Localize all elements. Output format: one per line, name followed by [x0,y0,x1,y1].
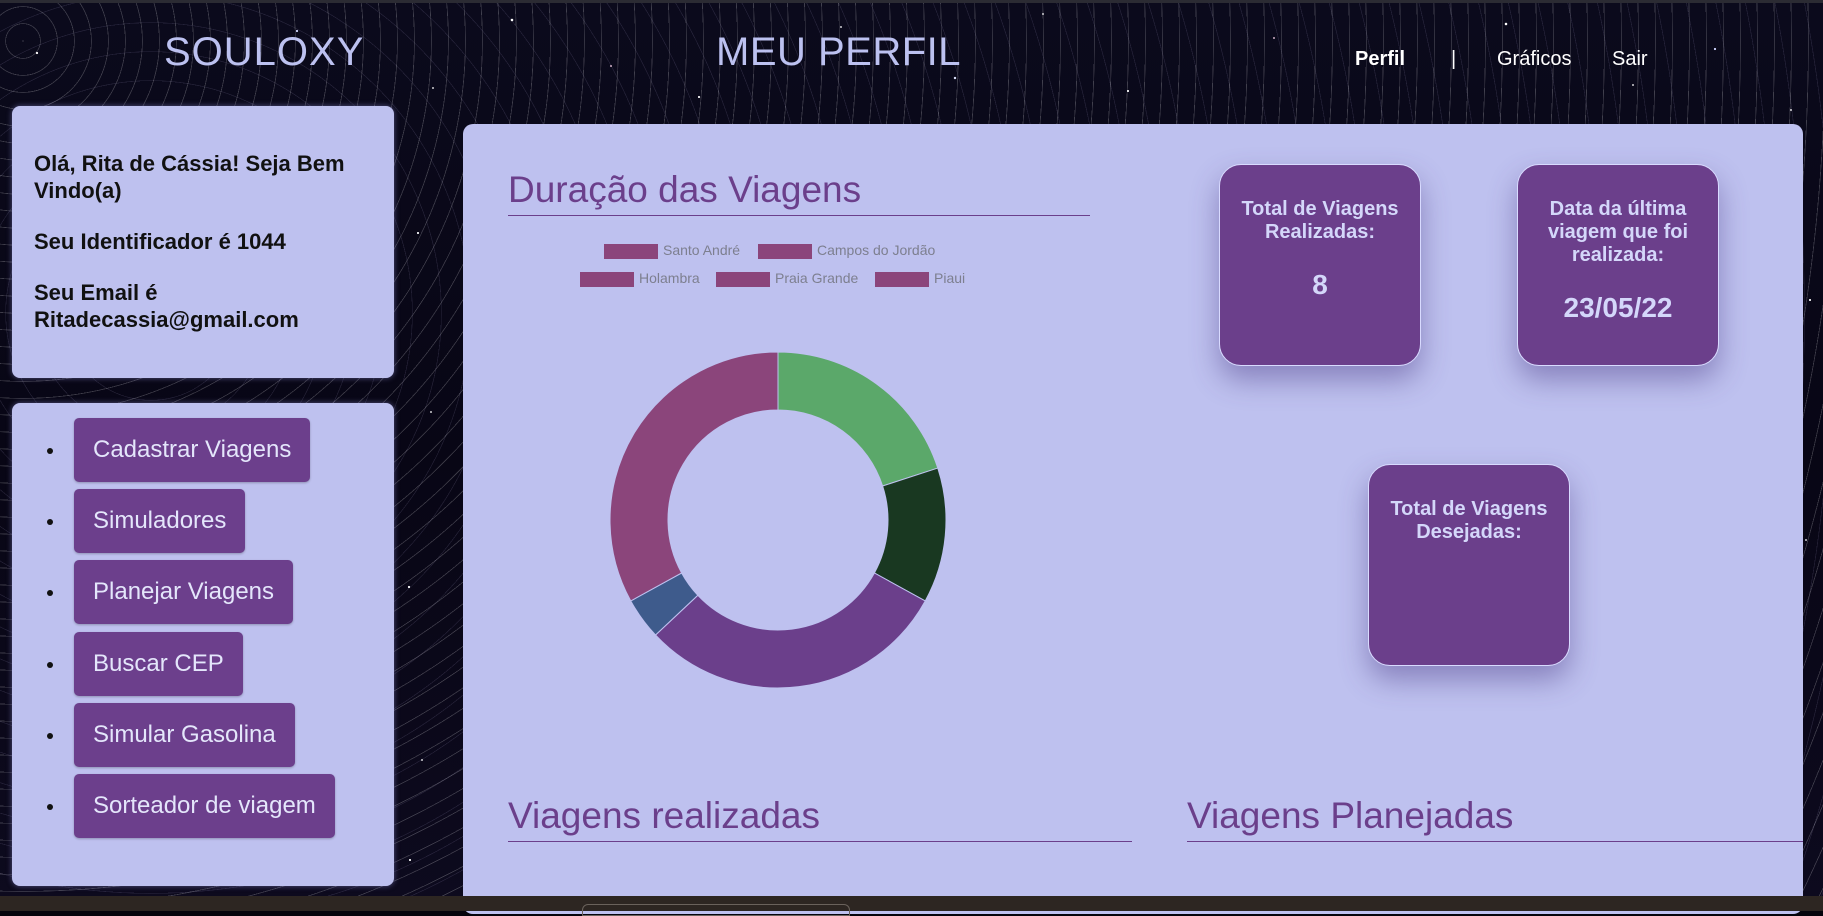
sorteador-de-viagem-button[interactable]: Sorteador de viagem [74,774,335,838]
window-top-edge [0,0,1823,3]
legend-item-holambra[interactable]: Holambra [579,270,709,288]
stat-value: 8 [1312,269,1328,300]
stat-label: Total de Viagens Desejadas: [1390,498,1548,543]
ultima-viagem-card: Data da última viagem que foi realizada:… [1517,164,1719,366]
legend-label: Campos do Jordão [817,242,936,258]
legend-swatch [715,271,771,288]
bullet-icon [47,448,53,454]
legend-label: Holambra [639,270,700,286]
menu-item: Buscar CEP [12,632,394,698]
menu-item: Sorteador de viagem [12,774,394,840]
total-viagens-desejadas-card: Total de Viagens Desejadas: [1368,464,1570,666]
menu-item: Cadastrar Viagens [12,418,394,484]
chart-title: Duração das Viagens [508,169,1090,216]
cadastrar-viagens-button[interactable]: Cadastrar Viagens [74,418,311,482]
email-label: Seu Email é [34,280,158,305]
taskbar-tab [582,904,850,916]
stat-value: 23/05/22 [1563,292,1673,323]
menu-item: Simuladores [12,489,394,555]
legend-item-campos-do-jordao[interactable]: Campos do Jordão [757,242,957,260]
email-value: Ritadecassia@gmail.com [34,307,299,332]
legend-item-piaui[interactable]: Piaui [874,270,974,288]
nav-link-perfil[interactable]: Perfil [1355,48,1405,71]
simular-gasolina-button[interactable]: Simular Gasolina [74,703,295,767]
greeting-text-cont: Vindo(a) [34,178,122,203]
stat-label: Data da última viagem que foi realizada: [1547,198,1689,266]
section-title-viagens-realizadas: Viagens realizadas [508,795,1132,842]
doughnut-slice-2[interactable] [654,572,926,689]
stat-label: Total de Viagens Realizadas: [1241,198,1399,243]
taskbar-strip [0,896,1823,911]
page-title: MEU PERFIL [716,30,962,74]
buscar-cep-button[interactable]: Buscar CEP [74,632,243,696]
doughnut-slice-0[interactable] [777,351,939,487]
main-panel: Duração das Viagens Santo André Campos d… [463,124,1803,914]
legend-label: Piaui [934,270,966,286]
bullet-icon [47,519,53,525]
bullet-icon [47,733,53,739]
bullet-icon [47,590,53,596]
nav-link-sair[interactable]: Sair [1612,48,1648,71]
legend-swatch [579,271,635,288]
legend-label: Praia Grande [775,270,859,286]
planejar-viagens-button[interactable]: Planejar Viagens [74,560,294,624]
legend-item-santo-andre[interactable]: Santo André [603,242,763,260]
bullet-icon [47,662,53,668]
total-viagens-realizadas-card: Total de Viagens Realizadas: 8 [1219,164,1421,366]
doughnut-slice-4[interactable] [609,351,779,602]
nav-link-graficos[interactable]: Gráficos [1497,48,1571,71]
simuladores-button[interactable]: Simuladores [74,489,246,553]
legend-swatch [874,271,930,288]
sidebar-menu: Cadastrar Viagens Simuladores Planejar V… [12,403,394,886]
menu-item: Planejar Viagens [12,560,394,626]
section-title-viagens-planejadas: Viagens Planejadas [1187,795,1803,842]
identifier-text: Seu Identificador é 1044 [34,229,286,254]
legend-swatch [603,243,659,260]
nav-separator: | [1451,48,1457,70]
doughnut-chart [609,351,947,689]
bullet-icon [47,804,53,810]
legend-swatch [757,243,813,260]
legend-label: Santo André [663,242,741,258]
greeting-text: Olá, Rita de Cássia! Seja Bem [34,151,345,176]
legend-item-praia-grande[interactable]: Praia Grande [715,270,865,288]
profile-card: Olá, Rita de Cássia! Seja Bem Vindo(a) S… [12,106,394,378]
brand-logo[interactable]: SOULOXY [164,30,364,75]
menu-item: Simular Gasolina [12,703,394,769]
